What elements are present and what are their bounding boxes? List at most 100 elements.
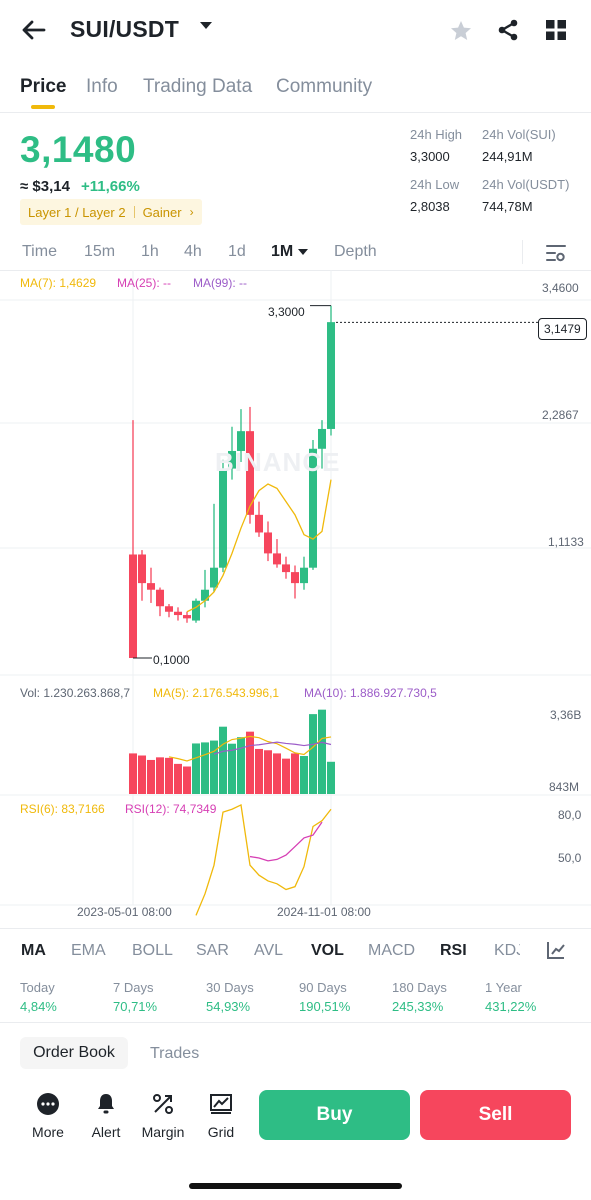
volume-bar bbox=[192, 743, 200, 794]
last-price-tag: 3,1479 bbox=[538, 318, 587, 340]
y-axis-label-top: 3,4600 bbox=[542, 281, 579, 295]
candle-body bbox=[129, 554, 137, 658]
margin-button[interactable]: Margin bbox=[141, 1090, 185, 1140]
volume-bar bbox=[138, 755, 146, 794]
volume-bar bbox=[318, 709, 326, 794]
vol-quote-value: 744,78M bbox=[482, 199, 533, 214]
rsi6-line bbox=[195, 804, 332, 916]
volume-bar bbox=[147, 759, 155, 794]
back-button[interactable] bbox=[20, 18, 48, 42]
candle-body bbox=[255, 514, 263, 533]
candle-body bbox=[327, 322, 335, 429]
indicator-kdj[interactable]: KDJ bbox=[494, 942, 520, 960]
interval-time[interactable]: Time bbox=[22, 243, 57, 261]
buy-button[interactable]: Buy bbox=[259, 1090, 410, 1140]
tab-community[interactable]: Community bbox=[276, 76, 372, 98]
low-label: 24h Low bbox=[410, 177, 460, 192]
indicator-avl[interactable]: AVL bbox=[254, 942, 283, 960]
alert-button[interactable]: Alert bbox=[84, 1090, 128, 1140]
candle-body bbox=[165, 606, 173, 612]
candle-body bbox=[183, 615, 191, 619]
chart-edit-icon bbox=[547, 942, 565, 959]
interval-15m[interactable]: 15m bbox=[84, 243, 115, 261]
indicator-settings-button[interactable] bbox=[546, 940, 566, 965]
star-icon bbox=[451, 21, 471, 40]
high-value: 3,3000 bbox=[410, 149, 450, 164]
tab-trading-data[interactable]: Trading Data bbox=[143, 76, 252, 98]
interval-caret-icon[interactable] bbox=[298, 249, 308, 255]
grid-bot-icon bbox=[210, 1094, 232, 1114]
volume-bar bbox=[156, 757, 164, 794]
tab-info[interactable]: Info bbox=[86, 76, 118, 98]
indicator-rsi[interactable]: RSI bbox=[440, 942, 467, 960]
interval-1d[interactable]: 1d bbox=[228, 243, 246, 261]
tab-trades[interactable]: Trades bbox=[150, 1045, 199, 1063]
period-7d-value: 70,71% bbox=[113, 999, 158, 1014]
indicator-boll[interactable]: BOLL bbox=[132, 942, 173, 960]
indicator-ma[interactable]: MA bbox=[21, 942, 46, 960]
candle-body bbox=[156, 589, 164, 607]
chart-settings-button[interactable] bbox=[545, 242, 567, 269]
candle-body bbox=[282, 564, 290, 573]
period-1y-label: 1 Year bbox=[485, 980, 522, 995]
volume-bar bbox=[201, 742, 209, 794]
rsi12-line bbox=[249, 821, 323, 862]
volume-bar bbox=[291, 753, 299, 794]
low-value: 2,8038 bbox=[410, 199, 450, 214]
alert-label: Alert bbox=[91, 1124, 121, 1140]
volume-bar bbox=[219, 726, 227, 794]
period-today-value: 4,84% bbox=[20, 999, 57, 1014]
share-button[interactable] bbox=[496, 18, 520, 47]
period-180d-value: 245,33% bbox=[392, 999, 444, 1014]
candle-body bbox=[210, 567, 218, 588]
period-today-label: Today bbox=[20, 980, 55, 995]
last-price: 3,1480 bbox=[20, 129, 137, 170]
price-chart[interactable] bbox=[0, 270, 591, 918]
vol-axis-bot: 843M bbox=[549, 780, 580, 794]
rsi6-legend: RSI(6): 83,7166 bbox=[20, 802, 105, 816]
period-180d-label: 180 Days bbox=[392, 980, 447, 995]
tab-price[interactable]: Price bbox=[20, 76, 66, 98]
bell-icon bbox=[98, 1094, 114, 1114]
high-label: 24h High bbox=[410, 127, 463, 142]
indicator-sar[interactable]: SAR bbox=[196, 942, 229, 960]
candle-body bbox=[147, 583, 155, 590]
usd-price: ≈ $3,14 bbox=[20, 178, 70, 195]
vol-legend: Vol: 1.230.263.868,7 bbox=[20, 686, 131, 700]
tab-order-book[interactable]: Order Book bbox=[20, 1037, 128, 1069]
caret-down-icon[interactable] bbox=[200, 22, 212, 29]
period-90d-value: 190,51% bbox=[299, 999, 351, 1014]
indicator-macd[interactable]: MACD bbox=[368, 942, 415, 960]
volume-bar bbox=[300, 756, 308, 794]
tag-layer: Layer 1 / Layer 2 bbox=[28, 204, 126, 220]
x-axis-date-2: 2024-11-01 08:00 bbox=[277, 905, 371, 919]
interval-1m[interactable]: 1M bbox=[271, 243, 293, 261]
interval-1h[interactable]: 1h bbox=[141, 243, 159, 261]
home-indicator[interactable] bbox=[189, 1183, 402, 1189]
grid-button[interactable]: Grid bbox=[199, 1090, 243, 1140]
favorite-button[interactable] bbox=[449, 19, 473, 48]
pair-title[interactable]: SUI/USDT bbox=[70, 16, 179, 43]
period-1y-value: 431,22% bbox=[485, 999, 537, 1014]
interval-depth[interactable]: Depth bbox=[334, 243, 377, 261]
volume-bar bbox=[237, 737, 245, 794]
y-axis-label-mid: 2,2867 bbox=[542, 408, 579, 422]
indicator-ema[interactable]: EMA bbox=[71, 942, 106, 960]
tag-gainer: Gainer bbox=[142, 204, 182, 220]
category-tag[interactable]: Layer 1 / Layer 2 Gainer › bbox=[20, 199, 202, 225]
candle-body bbox=[174, 611, 182, 616]
active-tab-indicator bbox=[31, 105, 55, 109]
sell-button[interactable]: Sell bbox=[420, 1090, 571, 1140]
more-button[interactable]: More bbox=[26, 1090, 70, 1140]
rsi-axis-top: 80,0 bbox=[558, 808, 582, 822]
rsi-axis-mid: 50,0 bbox=[558, 851, 582, 865]
layout-button[interactable] bbox=[545, 19, 567, 46]
y-axis-label-low: 1,1133 bbox=[548, 535, 584, 549]
ma7-legend: MA(7): 1,4629 bbox=[20, 276, 97, 290]
indicator-vol[interactable]: VOL bbox=[311, 942, 344, 960]
volume-bar bbox=[255, 748, 263, 794]
candle-body bbox=[201, 589, 209, 601]
volume-bar bbox=[264, 750, 272, 794]
interval-4h[interactable]: 4h bbox=[184, 243, 202, 261]
divider bbox=[0, 1022, 591, 1023]
